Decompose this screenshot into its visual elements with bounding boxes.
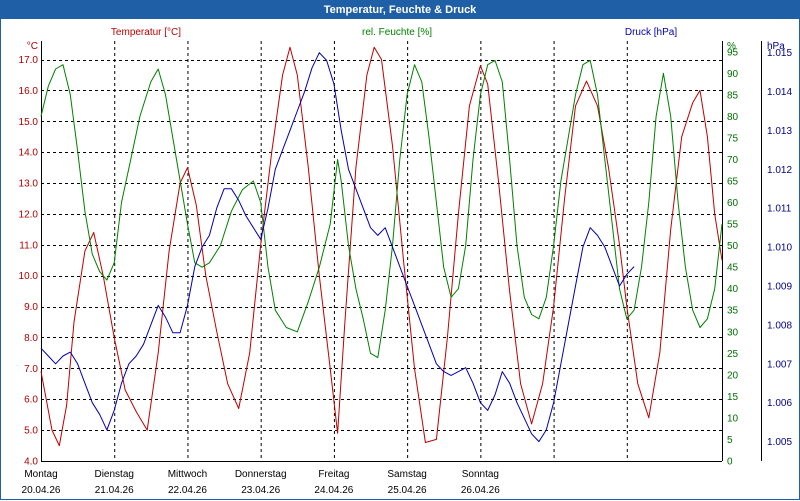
right-tick-label: 1.014 xyxy=(767,87,792,98)
x-tick-day: Samstag xyxy=(387,469,426,480)
left-tick-label: 10.0 xyxy=(19,271,39,282)
right-tick-label: 1.006 xyxy=(767,398,792,409)
middle-tick-label: 30 xyxy=(727,327,739,338)
right-tick-label: 1.010 xyxy=(767,243,792,254)
x-tick-date: 24.04.26 xyxy=(314,485,353,496)
x-tick-day: Donnerstag xyxy=(235,469,287,480)
x-tick-day: Freitag xyxy=(318,469,349,480)
left-tick-label: 6.0 xyxy=(24,395,38,406)
left-axis-unit: °C xyxy=(27,41,38,52)
right-axis-unit: hPa xyxy=(767,41,785,52)
x-tick-day: Montag xyxy=(24,469,57,480)
middle-tick-label: 50 xyxy=(727,241,739,252)
middle-tick-label: 40 xyxy=(727,284,739,295)
series-label: Druck [hPa] xyxy=(625,27,677,38)
x-tick-date: 22.04.26 xyxy=(168,485,207,496)
middle-tick-label: 55 xyxy=(727,220,739,231)
x-tick-day: Sonntag xyxy=(462,469,499,480)
series-line xyxy=(40,52,635,443)
left-tick-label: 8.0 xyxy=(24,333,38,344)
left-tick-label: 12.0 xyxy=(19,209,39,220)
x-tick-date: 20.04.26 xyxy=(22,485,61,496)
right-tick-label: 1.005 xyxy=(767,437,792,448)
middle-tick-label: 15 xyxy=(727,392,739,403)
middle-tick-label: 45 xyxy=(727,263,739,274)
series-line xyxy=(40,59,723,359)
left-tick-label: 9.0 xyxy=(24,302,38,313)
middle-tick-label: 10 xyxy=(727,413,739,424)
left-tick-label: 13.0 xyxy=(19,179,39,190)
x-tick-date: 26.04.26 xyxy=(461,485,500,496)
series-label: Temperatur [°C] xyxy=(111,27,181,38)
left-tick-label: 15.0 xyxy=(19,117,39,128)
middle-tick-label: 75 xyxy=(727,133,739,144)
left-tick-label: 16.0 xyxy=(19,86,39,97)
right-tick-label: 1.008 xyxy=(767,320,792,331)
middle-tick-label: 80 xyxy=(727,112,739,123)
middle-tick-label: 5 xyxy=(727,435,733,446)
right-tick-label: 1.012 xyxy=(767,165,792,176)
middle-tick-label: 70 xyxy=(727,155,739,166)
left-tick-label: 7.0 xyxy=(24,364,38,375)
left-tick-label: 14.0 xyxy=(19,148,39,159)
middle-tick-label: 35 xyxy=(727,306,739,317)
chart-labels: 4.0 5.0 6.0 7.0 8.0 9.0 10.0 11.0 12.0 13.0 14.0 15… xyxy=(19,27,793,496)
middle-tick-label: 20 xyxy=(727,370,739,381)
middle-tick-label: 25 xyxy=(727,349,739,360)
left-tick-label: 17.0 xyxy=(19,55,39,66)
right-tick-label: 1.011 xyxy=(767,204,792,215)
middle-tick-label: 60 xyxy=(727,198,739,209)
middle-tick-label: 65 xyxy=(727,177,739,188)
left-tick-label: 5.0 xyxy=(24,426,38,437)
middle-tick-label: 90 xyxy=(727,69,739,80)
chart-series xyxy=(40,46,723,447)
middle-tick-label: 0 xyxy=(727,457,733,468)
left-tick-label: 11.0 xyxy=(19,240,38,251)
x-tick-date: 21.04.26 xyxy=(95,485,134,496)
left-tick-label: 4.0 xyxy=(24,457,38,468)
middle-axis-unit: % xyxy=(727,41,736,52)
x-tick-day: Dienstag xyxy=(94,469,133,480)
chart-canvas: 4.0 5.0 6.0 7.0 8.0 9.0 10.0 11.0 12.0 13.0 14.0 15… xyxy=(19,27,793,496)
chart-axes xyxy=(41,41,762,462)
right-tick-label: 1.013 xyxy=(767,126,792,137)
x-tick-day: Mittwoch xyxy=(168,469,207,480)
series-label: rel. Feuchte [%] xyxy=(362,27,432,38)
x-tick-date: 25.04.26 xyxy=(388,485,427,496)
right-tick-label: 1.007 xyxy=(767,359,792,370)
middle-tick-label: 85 xyxy=(727,90,739,101)
x-tick-date: 23.04.26 xyxy=(241,485,280,496)
right-tick-label: 1.009 xyxy=(767,282,792,293)
chart-window: Temperatur, Feuchte & Druck 4.0 5.0 6.0 7.0… xyxy=(0,0,800,500)
